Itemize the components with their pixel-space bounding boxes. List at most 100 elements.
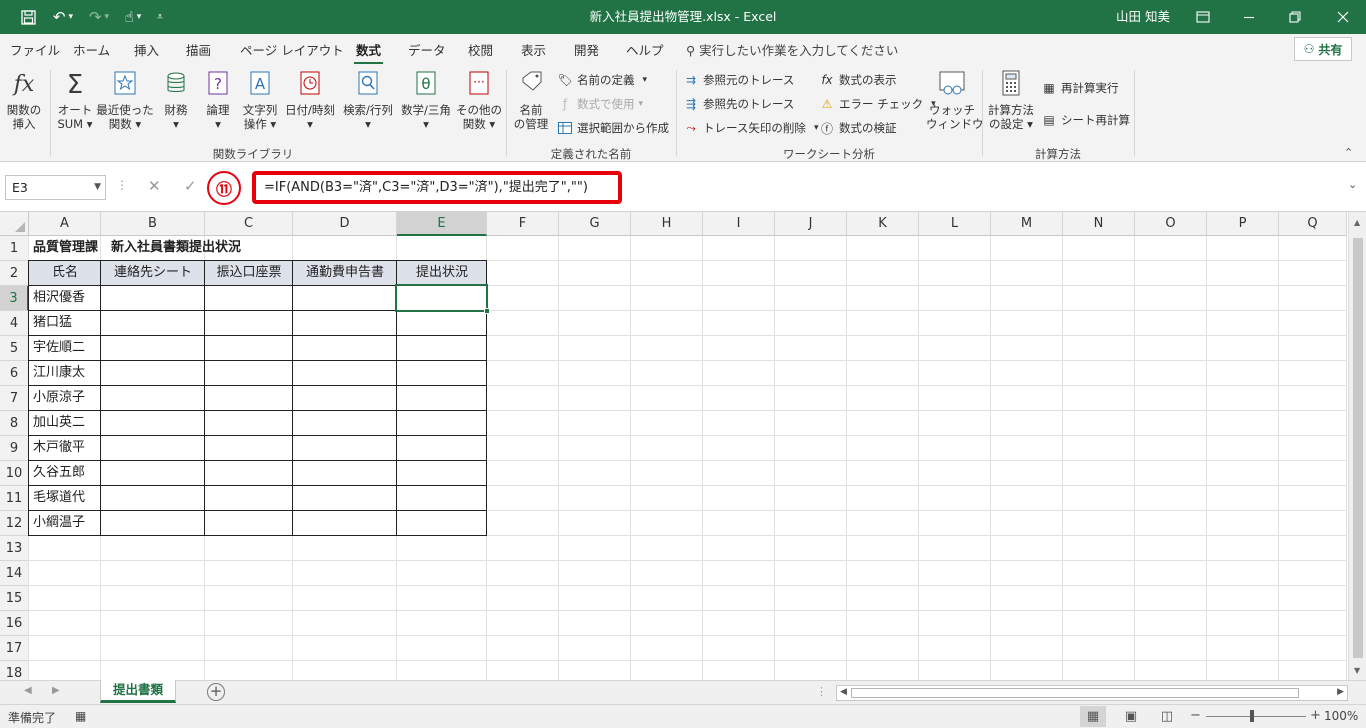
tab-data[interactable]: データ (408, 40, 446, 62)
recent-functions-button[interactable]: 最近使った 関数 ▾ (96, 70, 154, 131)
ribbon-display-options-icon[interactable] (1180, 0, 1226, 34)
zoom-slider[interactable] (1206, 716, 1306, 717)
chevron-down-icon[interactable]: ▼ (94, 176, 101, 199)
restore-icon[interactable] (1272, 0, 1318, 34)
collapse-ribbon-icon[interactable]: ⌃ (1344, 146, 1353, 159)
row-header-6[interactable]: 6 (0, 361, 29, 386)
sheet-title[interactable]: 品質管理課 新入社員書類提出状況 (29, 236, 241, 260)
prev-sheet-icon[interactable]: ◀ (24, 685, 32, 696)
worksheet-grid[interactable]: ABCDEFGHIJKLMNOPQ 1 2 3 4 5 6 7 8 9 10 11 12 13 14 15 1… (0, 212, 1366, 680)
selected-cell-e3[interactable] (395, 284, 488, 312)
fill-handle[interactable] (484, 308, 490, 314)
cancel-icon[interactable]: ✕ (148, 177, 161, 195)
column-header-f[interactable]: F (487, 212, 559, 236)
column-header-c[interactable]: C (205, 212, 293, 236)
column-header-a[interactable]: A (29, 212, 101, 236)
tab-page-layout[interactable]: ページ レイアウト (240, 40, 344, 62)
add-sheet-icon[interactable]: + (207, 683, 225, 701)
user-name[interactable]: 山田 知美 (1116, 0, 1170, 34)
save-icon[interactable] (16, 0, 40, 34)
scroll-down-icon[interactable]: ▼ (1354, 666, 1360, 675)
calculate-sheet-button[interactable]: ▤ シート再計算 (1040, 110, 1130, 130)
trace-dependents-button[interactable]: ⇶ 参照先のトレース (682, 94, 794, 114)
row-header-9[interactable]: 9 (0, 436, 29, 461)
table-header-cell[interactable]: 氏名 (29, 261, 101, 286)
enter-icon[interactable]: ✓ (184, 177, 197, 195)
redo-icon[interactable]: ↷ ▾ (84, 0, 114, 34)
math-trig-button[interactable]: θ 数学/三角 ▾ (398, 70, 454, 131)
calculate-now-button[interactable]: ▦ 再計算実行 (1040, 78, 1118, 98)
tab-developer[interactable]: 開発 (574, 40, 599, 62)
row-header-17[interactable]: 17 (0, 636, 29, 661)
row-header-4[interactable]: 4 (0, 311, 29, 336)
row-header-18[interactable]: 18 (0, 661, 29, 680)
column-header-k[interactable]: K (847, 212, 919, 236)
use-in-formula-button[interactable]: ƒ 数式で使用 ▾ (556, 94, 643, 114)
column-header-m[interactable]: M (991, 212, 1063, 236)
horizontal-scrollbar[interactable]: ◀ ▶ (836, 685, 1348, 701)
scroll-up-icon[interactable]: ▲ (1354, 218, 1360, 227)
undo-icon[interactable]: ↶ ▾ (48, 0, 78, 34)
row-header-15[interactable]: 15 (0, 586, 29, 611)
resize-handle-icon[interactable]: ⋮ (116, 178, 128, 192)
row-header-16[interactable]: 16 (0, 611, 29, 636)
row-header-1[interactable]: 1 (0, 236, 29, 261)
error-checking-button[interactable]: ⚠ エラー チェック ▾ (818, 94, 936, 114)
name-box[interactable]: E3 ▼ (5, 175, 106, 200)
more-functions-button[interactable]: ··· その他の 関数 ▾ (456, 70, 502, 131)
autosum-button[interactable]: Σ オート SUM ▾ (54, 70, 96, 131)
name-cell[interactable]: 小綱温子 (29, 511, 85, 535)
page-layout-view-icon[interactable]: ▣ (1118, 706, 1144, 727)
column-header-b[interactable]: B (101, 212, 205, 236)
macro-record-icon[interactable]: ▦ (75, 709, 86, 723)
name-cell[interactable]: 相沢優香 (29, 286, 85, 310)
show-formulas-button[interactable]: fx 数式の表示 (818, 70, 896, 90)
zoom-in-icon[interactable]: + (1310, 708, 1321, 723)
datetime-button[interactable]: 日付/時刻 ▾ (282, 70, 338, 131)
trace-precedents-button[interactable]: ⇉ 参照元のトレース (682, 70, 794, 90)
watch-window-button[interactable]: ウォッチ ウィンドウ (926, 70, 984, 131)
column-header-g[interactable]: G (559, 212, 631, 236)
column-header-j[interactable]: J (775, 212, 847, 236)
column-header-e[interactable]: E (397, 212, 487, 236)
zoom-level[interactable]: 100% (1324, 709, 1358, 723)
close-icon[interactable] (1320, 0, 1366, 34)
row-header-5[interactable]: 5 (0, 336, 29, 361)
hscroll-thumb[interactable] (851, 688, 1299, 698)
minimize-icon[interactable] (1226, 0, 1272, 34)
column-header-i[interactable]: I (703, 212, 775, 236)
name-cell[interactable]: 木戸徹平 (29, 436, 85, 460)
tab-view[interactable]: 表示 (521, 40, 546, 62)
lookup-button[interactable]: 検索/行列 ▾ (340, 70, 396, 131)
tell-me-search[interactable]: ⚲ 実行したい作業を入力してください (686, 40, 898, 59)
tab-insert[interactable]: 挿入 (134, 40, 159, 62)
tab-file[interactable]: ファイル (10, 40, 60, 62)
column-header-n[interactable]: N (1063, 212, 1135, 236)
formula-input[interactable]: =IF(AND(B3="済",C3="済",D3="済"),"提出完了","") (252, 171, 622, 204)
row-header-11[interactable]: 11 (0, 486, 29, 511)
table-header-cell[interactable]: 提出状況 (397, 261, 487, 286)
zoom-out-icon[interactable]: − (1190, 708, 1201, 723)
name-manager-button[interactable]: 名前 の管理 (510, 70, 552, 131)
name-cell[interactable]: 久谷五郎 (29, 461, 85, 485)
column-header-q[interactable]: Q (1279, 212, 1347, 236)
page-break-view-icon[interactable]: ◫ (1154, 706, 1180, 727)
expand-formula-bar-icon[interactable]: ⌄ (1348, 178, 1357, 191)
normal-view-icon[interactable]: ▦ (1080, 706, 1106, 727)
touch-mode-icon[interactable]: ☝ ▾ (118, 0, 148, 34)
scroll-left-icon[interactable]: ◀ (840, 687, 847, 697)
select-all-button[interactable] (0, 212, 29, 236)
calculation-options-button[interactable]: 計算方法 の設定 ▾ (984, 70, 1038, 131)
share-button[interactable]: ⚇ 共有 (1294, 37, 1352, 61)
name-cell[interactable]: 猪口猛 (29, 311, 72, 335)
row-header-10[interactable]: 10 (0, 461, 29, 486)
column-header-p[interactable]: P (1207, 212, 1279, 236)
name-cell[interactable]: 小原涼子 (29, 386, 85, 410)
scrollbar-thumb[interactable] (1353, 238, 1363, 658)
name-cell[interactable]: 江川康太 (29, 361, 85, 385)
name-cell[interactable]: 加山英二 (29, 411, 85, 435)
column-header-o[interactable]: O (1135, 212, 1207, 236)
row-header-3[interactable]: 3 (0, 286, 29, 311)
remove-arrows-button[interactable]: ⤳ トレース矢印の削除 ▾ (682, 118, 818, 138)
row-header-14[interactable]: 14 (0, 561, 29, 586)
